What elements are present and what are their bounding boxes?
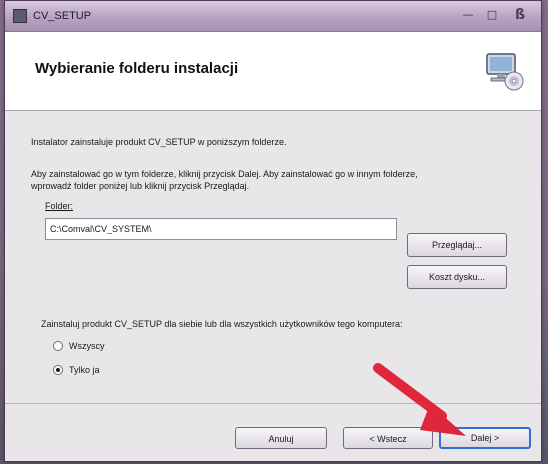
minimize-button[interactable]: — — [457, 7, 479, 23]
radio-everyone[interactable]: Wszyscy — [53, 339, 105, 353]
back-button[interactable]: < Wstecz — [343, 427, 433, 449]
folder-path-input[interactable] — [45, 218, 397, 240]
next-button[interactable]: Dalej > — [439, 427, 531, 449]
radio-only-me-label: Tylko ja — [69, 365, 100, 375]
footer-divider — [5, 403, 541, 404]
disk-cost-button[interactable]: Koszt dysku... — [407, 265, 507, 289]
radio-only-me-indicator[interactable] — [53, 365, 63, 375]
instructions-text-2: wprowadź folder poniżej lub kliknij przy… — [31, 181, 250, 191]
cancel-button[interactable]: Anuluj — [235, 427, 327, 449]
radio-everyone-indicator[interactable] — [53, 341, 63, 351]
folder-label: Folder: — [45, 201, 74, 211]
close-button[interactable]: ß — [509, 7, 531, 23]
maximize-button[interactable]: □ — [481, 7, 503, 23]
window-title: CV_SETUP — [33, 10, 92, 22]
radio-only-me[interactable]: Tylko ja — [53, 363, 100, 377]
radio-everyone-label: Wszyscy — [69, 341, 105, 351]
install-for-label: Zainstaluj produkt CV_SETUP dla siebie l… — [41, 319, 403, 329]
installer-window: CV_SETUP — □ ß Wybieranie folderu instal… — [4, 0, 542, 462]
wizard-content: Instalator zainstaluje produkt CV_SETUP … — [5, 111, 541, 461]
wizard-header: Wybieranie folderu instalacji — [5, 32, 541, 111]
intro-text: Instalator zainstaluje produkt CV_SETUP … — [31, 137, 287, 147]
instructions-text-1: Aby zainstalować go w tym folderze, klik… — [31, 169, 418, 179]
page-title: Wybieranie folderu instalacji — [35, 60, 239, 77]
installer-app-icon — [13, 9, 27, 23]
title-bar[interactable]: CV_SETUP — □ ß — [5, 1, 541, 32]
browse-button[interactable]: Przeglądaj... — [407, 233, 507, 257]
computer-cd-icon — [486, 53, 524, 91]
